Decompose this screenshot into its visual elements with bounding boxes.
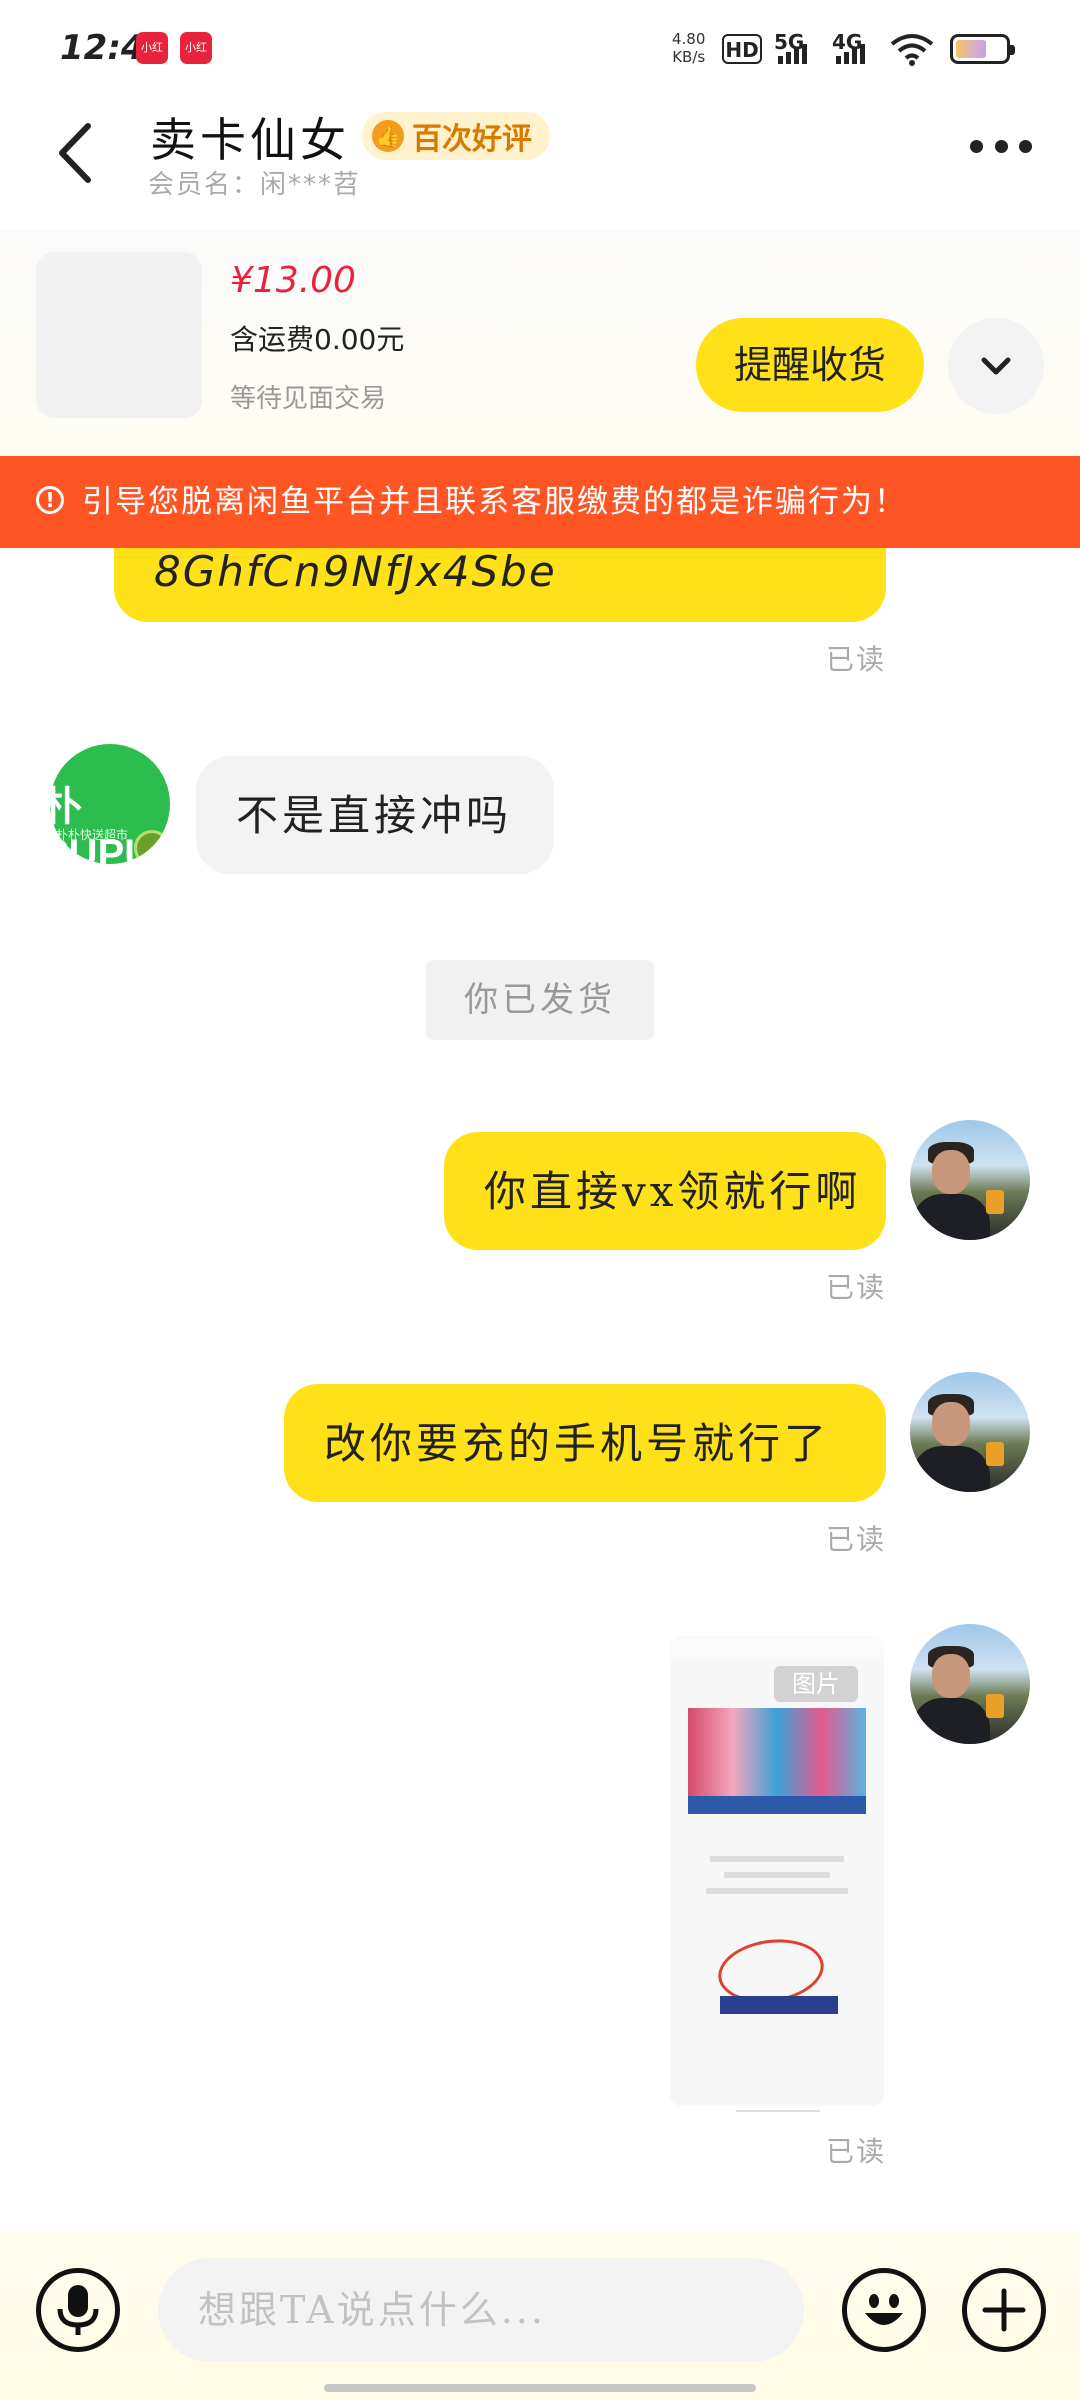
app-badge-icon: 小红书: [180, 32, 212, 86]
network-speed-value: 4.80: [672, 30, 706, 48]
message-bubble-mine[interactable]: 改你要充的手机号就行了: [284, 1384, 886, 1502]
good-review-badge: 👍 百次好评: [362, 112, 550, 160]
order-status: 等待见面交易: [230, 384, 387, 414]
my-avatar[interactable]: [910, 1120, 1030, 1240]
product-thumbnail[interactable]: [36, 252, 202, 418]
status-bar: 12:40 小红书 小红书 4.80 KB/s HD 5G 4G: [0, 0, 1080, 90]
signal-bars-icon: [778, 44, 807, 64]
expand-order-button[interactable]: [948, 318, 1044, 414]
read-receipt: 已读: [826, 2135, 887, 2168]
read-receipt: 已读: [826, 1271, 887, 1304]
seller-name[interactable]: 卖卡仙女: [150, 104, 350, 170]
member-name: 会员名：闲***苕: [148, 170, 362, 200]
remind-receipt-button[interactable]: 提醒收货: [696, 318, 924, 412]
shipping-note: 含运费0.00元: [230, 323, 405, 356]
my-avatar[interactable]: [910, 1372, 1030, 1492]
message-input[interactable]: [158, 2258, 804, 2362]
home-indicator[interactable]: [324, 2384, 756, 2392]
message-bubble-other[interactable]: 不是直接冲吗: [196, 756, 554, 874]
add-button[interactable]: [962, 2268, 1046, 2352]
battery-icon: [950, 34, 1015, 64]
back-arrow-icon[interactable]: [50, 118, 100, 188]
thumbs-up-icon: 👍: [372, 120, 404, 152]
hd-icon: HD: [722, 34, 762, 64]
voice-button[interactable]: [36, 2268, 120, 2352]
wifi-icon: [890, 34, 934, 66]
kiwi-icon: [134, 830, 170, 864]
plus-icon: [982, 2288, 1026, 2332]
network-speed: 4.80 KB/s: [672, 30, 705, 66]
image-message[interactable]: 图片: [670, 1636, 884, 2106]
my-avatar[interactable]: [910, 1624, 1030, 1744]
order-card[interactable]: ¥13.00 含运费0.00元 等待见面交易 提醒收货: [0, 230, 1080, 460]
app-badge-icon: 小红书: [136, 32, 168, 86]
other-avatar[interactable]: 朴PUPU 朴朴快送超市: [50, 744, 170, 864]
microphone-icon: [57, 2285, 99, 2335]
emoji-icon: [865, 2294, 903, 2325]
image-banner: [688, 1708, 866, 1808]
avatar-logo-subtext: 朴朴快送超市: [56, 828, 129, 842]
read-receipt: 已读: [826, 643, 887, 676]
system-message: 你已发货: [426, 960, 654, 1040]
signal-bars-icon: [836, 44, 865, 64]
warning-text: 引导您脱离闲鱼平台并且联系客服缴费的都是诈骗行为！: [82, 484, 907, 520]
fraud-warning-banner: ! 引导您脱离闲鱼平台并且联系客服缴费的都是诈骗行为！: [0, 456, 1080, 548]
chevron-down-icon: [981, 357, 1011, 375]
emoji-button[interactable]: [842, 2268, 926, 2352]
composer-bar: [0, 2230, 1080, 2400]
warning-icon: !: [36, 486, 64, 514]
badge-label: 百次好评: [412, 122, 532, 157]
network-speed-unit: KB/s: [672, 48, 706, 66]
image-label: 图片: [774, 1666, 858, 1702]
message-bubble-mine[interactable]: 你直接vx领就行啊: [444, 1132, 886, 1250]
more-icon[interactable]: [970, 140, 1032, 160]
read-receipt: 已读: [826, 1523, 887, 1556]
order-price: ¥13.00: [230, 260, 356, 301]
